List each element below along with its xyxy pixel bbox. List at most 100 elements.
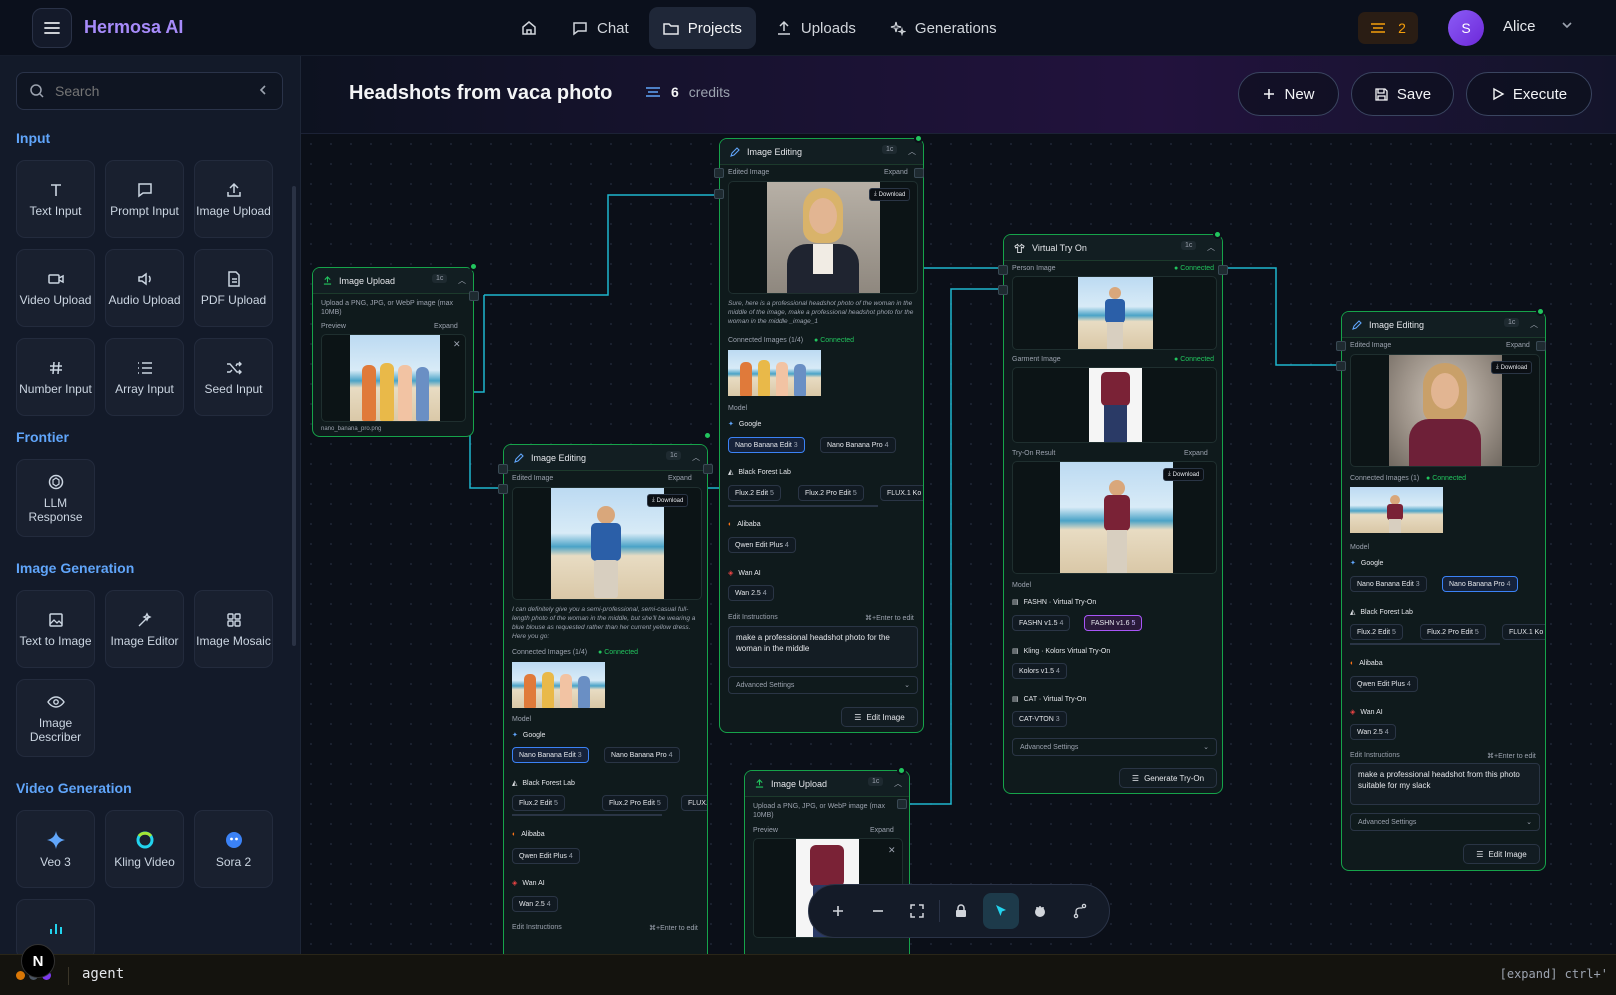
node-image-upload[interactable]: Image Upload 1c ︿ Upload a PNG, JPG, or … [312, 267, 474, 437]
pan-tool-button[interactable] [1022, 893, 1058, 929]
connect-tool-button[interactable] [1062, 893, 1098, 929]
model-chip-wan25[interactable]: Wan 2.5 4 [512, 896, 558, 912]
agent-label[interactable]: agent [82, 966, 124, 982]
chevron-up-icon[interactable]: ︿ [458, 275, 466, 286]
output-port[interactable] [914, 168, 924, 178]
zoom-in-button[interactable] [820, 893, 856, 929]
model-chip-flux2-pro[interactable]: Flux.2 Pro Edit 5 [602, 795, 668, 811]
tile-text-to-image[interactable]: Text to Image [16, 590, 95, 668]
node-header[interactable]: Image Editing 1c ︿ [1342, 312, 1545, 338]
zoom-out-button[interactable] [860, 893, 896, 929]
input-port-text[interactable] [498, 464, 508, 474]
remove-image-icon[interactable]: ✕ [888, 845, 896, 856]
input-port-text[interactable] [1336, 341, 1346, 351]
tile-image-describer[interactable]: Image Describer [16, 679, 95, 757]
model-chip-fashn15[interactable]: FASHN v1.5 4 [1012, 615, 1071, 631]
input-port-image[interactable] [498, 484, 508, 494]
input-port-garment[interactable] [998, 285, 1008, 295]
tile-video-upload[interactable]: Video Upload [16, 249, 95, 327]
page-title[interactable]: Headshots from vaca photo [349, 82, 612, 105]
model-chip-flux2-edit[interactable]: Flux.2 Edit 5 [1350, 624, 1403, 640]
model-chip-nano-edit[interactable]: Nano Banana Edit 3 [1350, 576, 1427, 592]
tile-prompt-input[interactable]: Prompt Input [105, 160, 184, 238]
save-button[interactable]: Save [1351, 72, 1454, 116]
model-chip-nano-pro[interactable]: Nano Banana Pro 4 [1442, 576, 1518, 592]
workflow-canvas[interactable]: Image Upload 1c ︿ Upload a PNG, JPG, or … [301, 134, 1616, 954]
advanced-settings-toggle[interactable]: Advanced Settings ⌄ [1350, 813, 1540, 831]
model-chip-flux2-pro[interactable]: Flux.2 Pro Edit 5 [798, 485, 864, 501]
node-header[interactable]: Image Upload 1c ︿ [745, 771, 909, 797]
model-chip-flux1[interactable]: FLUX.1 Ko [1502, 624, 1545, 640]
output-port[interactable] [1218, 265, 1228, 275]
nav-projects[interactable]: Projects [648, 7, 756, 49]
search-box[interactable] [16, 72, 283, 110]
chevron-up-icon[interactable]: ︿ [692, 452, 700, 463]
expand-button[interactable]: Expand [668, 475, 692, 482]
fit-view-button[interactable] [899, 893, 935, 929]
chevron-down-icon[interactable] [1560, 18, 1574, 32]
input-port-person[interactable] [998, 265, 1008, 275]
expand-button[interactable]: Expand [870, 827, 894, 834]
model-chip-flux1[interactable]: FLUX.1 Ko [681, 795, 707, 811]
model-chip-qwen[interactable]: Qwen Edit Plus 4 [728, 537, 796, 553]
generate-try-on-button[interactable]: ☰ Generate Try-On [1119, 768, 1217, 788]
chevron-up-icon[interactable]: ︿ [908, 146, 916, 157]
tile-sora-2[interactable]: Sora 2 [194, 810, 273, 888]
model-chip-nano-edit[interactable]: Nano Banana Edit 3 [728, 437, 805, 453]
nav-uploads[interactable]: Uploads [762, 7, 870, 49]
sidebar-scrollbar[interactable] [292, 186, 296, 646]
model-chip-nano-edit[interactable]: Nano Banana Edit 3 [512, 747, 589, 763]
node-virtual-try-on[interactable]: Virtual Try On 1c ︿ Person Image ● Conne… [1003, 234, 1223, 794]
download-button[interactable]: ⤓ Download [647, 494, 689, 507]
chevron-left-icon[interactable] [256, 83, 270, 97]
model-chip-qwen[interactable]: Qwen Edit Plus 4 [512, 848, 580, 864]
output-port[interactable] [469, 291, 479, 301]
tile-pdf-upload[interactable]: PDF Upload [194, 249, 273, 327]
tile-text-input[interactable]: Text Input [16, 160, 95, 238]
search-input[interactable] [55, 83, 235, 99]
edit-instructions-input[interactable]: make a professional headshot from this p… [1350, 763, 1540, 805]
tile-number-input[interactable]: Number Input [16, 338, 95, 416]
model-chip-flux2-edit[interactable]: Flux.2 Edit 5 [512, 795, 565, 811]
expand-button[interactable]: Expand [434, 323, 458, 330]
user-name[interactable]: Alice [1503, 18, 1536, 35]
notifications-button[interactable]: 2 [1358, 12, 1418, 44]
input-port-image[interactable] [714, 189, 724, 199]
model-chip-flux2-edit[interactable]: Flux.2 Edit 5 [728, 485, 781, 501]
chip-scrollbar[interactable] [728, 505, 878, 507]
chevron-up-icon[interactable]: ︿ [894, 778, 902, 789]
model-chip-qwen[interactable]: Qwen Edit Plus 4 [1350, 676, 1418, 692]
chevron-up-icon[interactable]: ︿ [1530, 319, 1538, 330]
app-name[interactable]: Hermosa AI [84, 17, 183, 38]
nav-home[interactable] [506, 7, 552, 49]
tile-image-mosaic[interactable]: Image Mosaic [194, 590, 273, 668]
tile-image-upload[interactable]: Image Upload [194, 160, 273, 238]
model-chip-wan25[interactable]: Wan 2.5 4 [728, 585, 774, 601]
model-chip-wan25[interactable]: Wan 2.5 4 [1350, 724, 1396, 740]
model-chip-nano-pro[interactable]: Nano Banana Pro 4 [820, 437, 896, 453]
node-header[interactable]: Image Editing 1c ︿ [504, 445, 707, 471]
model-chip-fashn16[interactable]: FASHN v1.6 5 [1084, 615, 1143, 631]
tile-seed-input[interactable]: Seed Input [194, 338, 273, 416]
menu-button[interactable] [32, 8, 72, 48]
n-logo-badge[interactable]: N [21, 944, 55, 978]
input-port-image[interactable] [1336, 361, 1346, 371]
output-port[interactable] [897, 799, 907, 809]
chevron-up-icon[interactable]: ︿ [1207, 242, 1215, 253]
output-port[interactable] [703, 464, 713, 474]
tile-kling-video[interactable]: Kling Video [105, 810, 184, 888]
expand-button[interactable]: Expand [1506, 342, 1530, 349]
tile-veo-3[interactable]: Veo 3 [16, 810, 95, 888]
tile-image-editor[interactable]: Image Editor [105, 590, 184, 668]
expand-button[interactable]: Expand [1184, 450, 1208, 457]
new-button[interactable]: New [1238, 72, 1339, 116]
model-chip-kolors[interactable]: Kolors v1.5 4 [1012, 663, 1067, 679]
tile-audio-upload[interactable]: Audio Upload [105, 249, 184, 327]
download-button[interactable]: ⤓ Download [1491, 361, 1533, 374]
node-image-editing[interactable]: Image Editing 1c ︿ Edited Image Expand ⤓… [503, 444, 708, 954]
edit-image-button[interactable]: ☰ Edit Image [1463, 844, 1540, 864]
tile-array-input[interactable]: Array Input [105, 338, 184, 416]
tile-llm-response[interactable]: LLM Response [16, 459, 95, 537]
chip-scrollbar[interactable] [1350, 643, 1500, 645]
node-image-editing[interactable]: Image Editing 1c ︿ Edited Image Expand ⤓… [1341, 311, 1546, 871]
